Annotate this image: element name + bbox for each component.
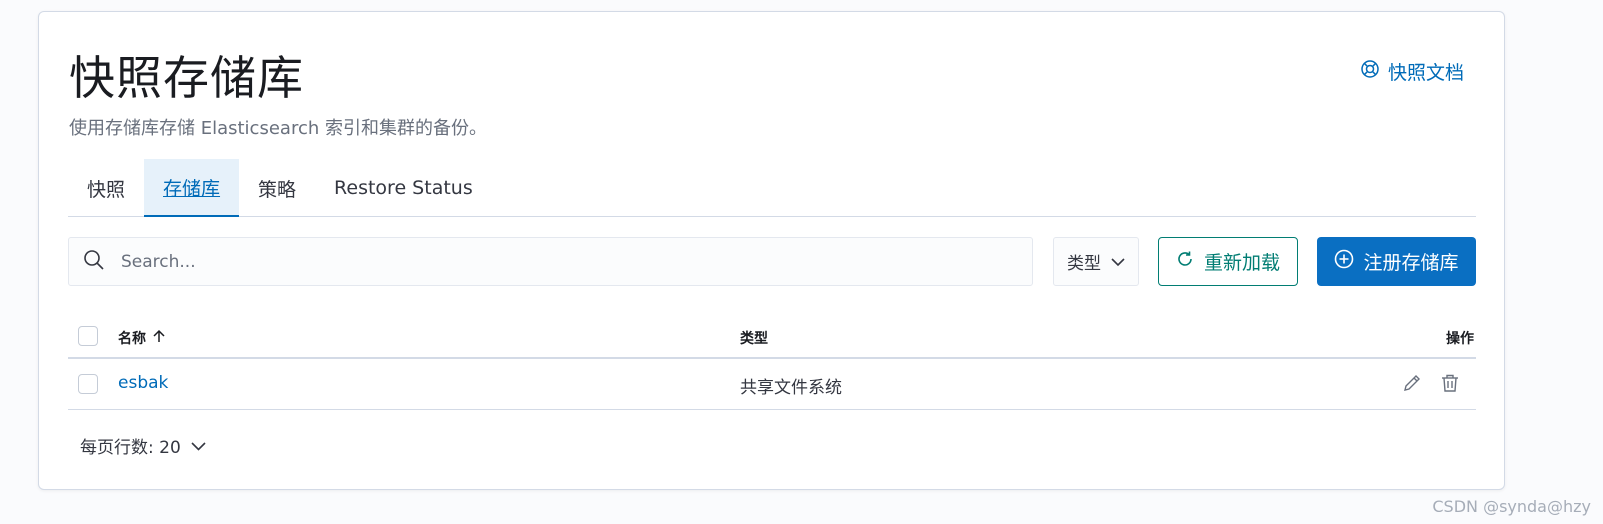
page-subtitle: 使用存储库存储 Elasticsearch 索引和集群的备份。 bbox=[69, 118, 487, 139]
rows-per-page-selector[interactable]: 每页行数: 20 bbox=[80, 433, 206, 458]
help-lifebuoy-icon bbox=[1360, 59, 1380, 84]
select-all-checkbox[interactable] bbox=[78, 326, 98, 346]
type-filter-button[interactable]: 类型 bbox=[1053, 237, 1139, 286]
plus-circle-icon bbox=[1334, 249, 1354, 274]
table-header: 名称 类型 操作 bbox=[68, 312, 1476, 359]
rows-per-page-label: 每页行数: 20 bbox=[80, 438, 181, 458]
pencil-icon[interactable] bbox=[1402, 373, 1422, 398]
search-box[interactable] bbox=[68, 237, 1033, 286]
register-repository-label: 注册存储库 bbox=[1363, 252, 1459, 274]
page-title: 快照存储库 bbox=[69, 51, 304, 105]
tab-policies[interactable]: 策略 bbox=[239, 159, 315, 217]
repositories-table: 名称 类型 操作 esbak 共享文件系统 bbox=[68, 312, 1476, 410]
tab-snapshots[interactable]: 快照 bbox=[68, 159, 144, 217]
tab-repositories[interactable]: 存储库 bbox=[144, 159, 240, 217]
type-filter-label: 类型 bbox=[1067, 254, 1101, 274]
search-input[interactable] bbox=[119, 250, 999, 273]
tab-restore-status[interactable]: Restore Status bbox=[315, 159, 492, 217]
chevron-down-icon bbox=[1111, 252, 1125, 272]
tab-bar: 快照 存储库 策略 Restore Status bbox=[68, 159, 1476, 217]
repository-name-link[interactable]: esbak bbox=[118, 373, 168, 393]
reload-button-label: 重新加载 bbox=[1203, 252, 1280, 274]
reload-button[interactable]: 重新加载 bbox=[1158, 237, 1298, 286]
chevron-down-icon bbox=[191, 436, 206, 456]
row-checkbox[interactable] bbox=[78, 374, 98, 394]
repository-type-cell: 共享文件系统 bbox=[740, 378, 842, 398]
column-header-name-label: 名称 bbox=[118, 331, 146, 347]
column-header-name[interactable]: 名称 bbox=[118, 328, 165, 348]
snapshot-docs-link-label: 快照文档 bbox=[1387, 62, 1464, 84]
column-header-type: 类型 bbox=[740, 331, 768, 347]
trash-icon[interactable] bbox=[1440, 373, 1460, 398]
refresh-icon bbox=[1176, 250, 1194, 273]
table-row: esbak 共享文件系统 bbox=[68, 359, 1476, 410]
register-repository-button[interactable]: 注册存储库 bbox=[1317, 237, 1476, 286]
snapshot-docs-link[interactable]: 快照文档 bbox=[1360, 58, 1464, 85]
arrow-up-icon bbox=[153, 329, 165, 347]
search-icon bbox=[83, 249, 105, 275]
watermark: CSDN @synda@hzy bbox=[1432, 497, 1591, 516]
column-header-actions: 操作 bbox=[1446, 331, 1474, 347]
snapshot-repositories-panel: 快照存储库 快照文档 使用存储库存储 Elasticsearch 索引和集群的备… bbox=[38, 11, 1505, 490]
